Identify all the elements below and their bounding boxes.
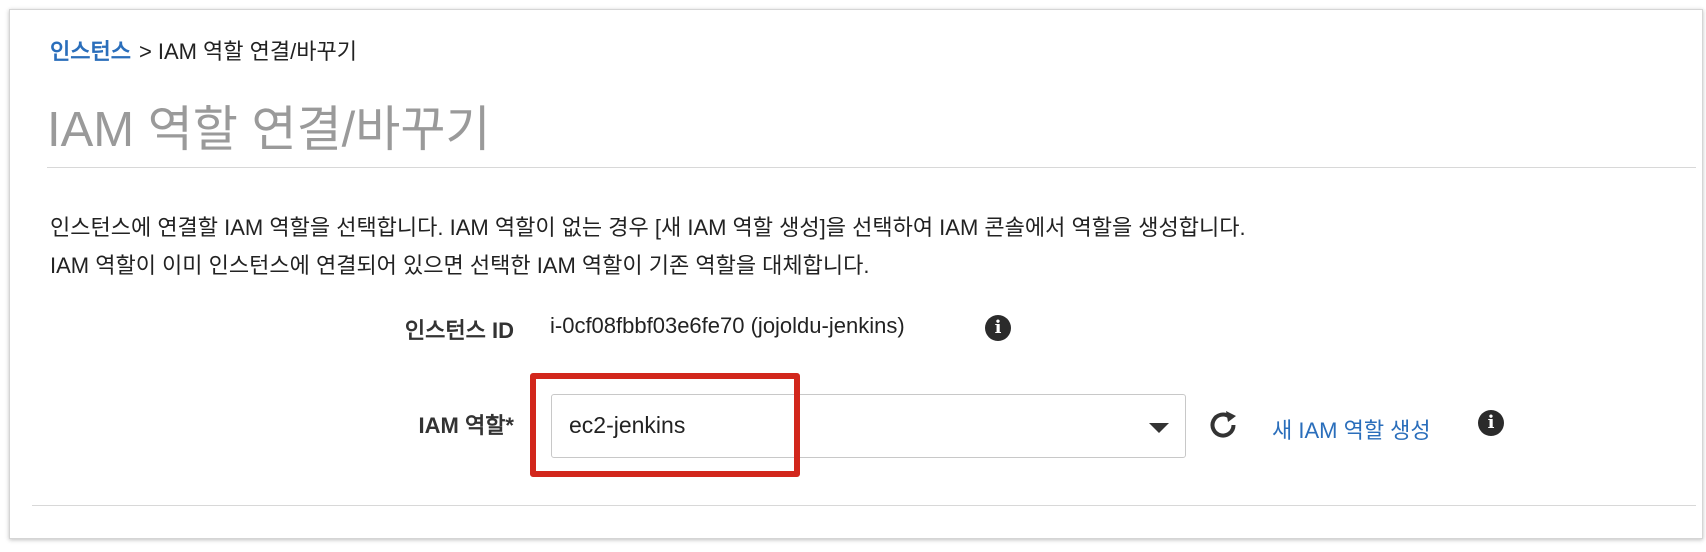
refresh-icon[interactable] bbox=[1205, 407, 1241, 443]
breadcrumb-current: IAM 역할 연결/바꾸기 bbox=[157, 39, 357, 64]
description-line-2: IAM 역할이 이미 인스턴스에 연결되어 있으면 선택한 IAM 역할이 기존… bbox=[50, 253, 870, 278]
title-divider bbox=[47, 167, 1696, 168]
description: 인스턴스에 연결할 IAM 역할을 선택합니다. IAM 역할이 없는 경우 [… bbox=[50, 209, 1246, 285]
create-new-iam-role-link[interactable]: 새 IAM 역할 생성 bbox=[1272, 413, 1431, 445]
page-title: IAM 역할 연결/바꾸기 bbox=[47, 103, 491, 157]
breadcrumb-instances-link[interactable]: 인스턴스 bbox=[50, 39, 131, 64]
iam-role-label: IAM 역할* bbox=[418, 413, 514, 438]
description-line-1: 인스턴스에 연결할 IAM 역할을 선택합니다. IAM 역할이 없는 경우 [… bbox=[50, 215, 1246, 240]
chevron-down-icon bbox=[1149, 423, 1169, 433]
iam-role-selected-value: ec2-jenkins bbox=[569, 412, 686, 438]
info-icon[interactable]: i bbox=[985, 315, 1011, 341]
breadcrumb: 인스턴스 > IAM 역할 연결/바꾸기 bbox=[50, 36, 357, 68]
breadcrumb-separator: > bbox=[138, 39, 152, 64]
iam-role-select[interactable]: ec2-jenkins bbox=[551, 394, 1186, 458]
info-icon[interactable]: i bbox=[1478, 410, 1504, 436]
bottom-divider bbox=[32, 505, 1696, 506]
instance-id-label: 인스턴스 ID bbox=[404, 318, 514, 343]
instance-id-value: i-0cf08fbbf03e6fe70 (jojoldu-jenkins) bbox=[550, 313, 905, 338]
